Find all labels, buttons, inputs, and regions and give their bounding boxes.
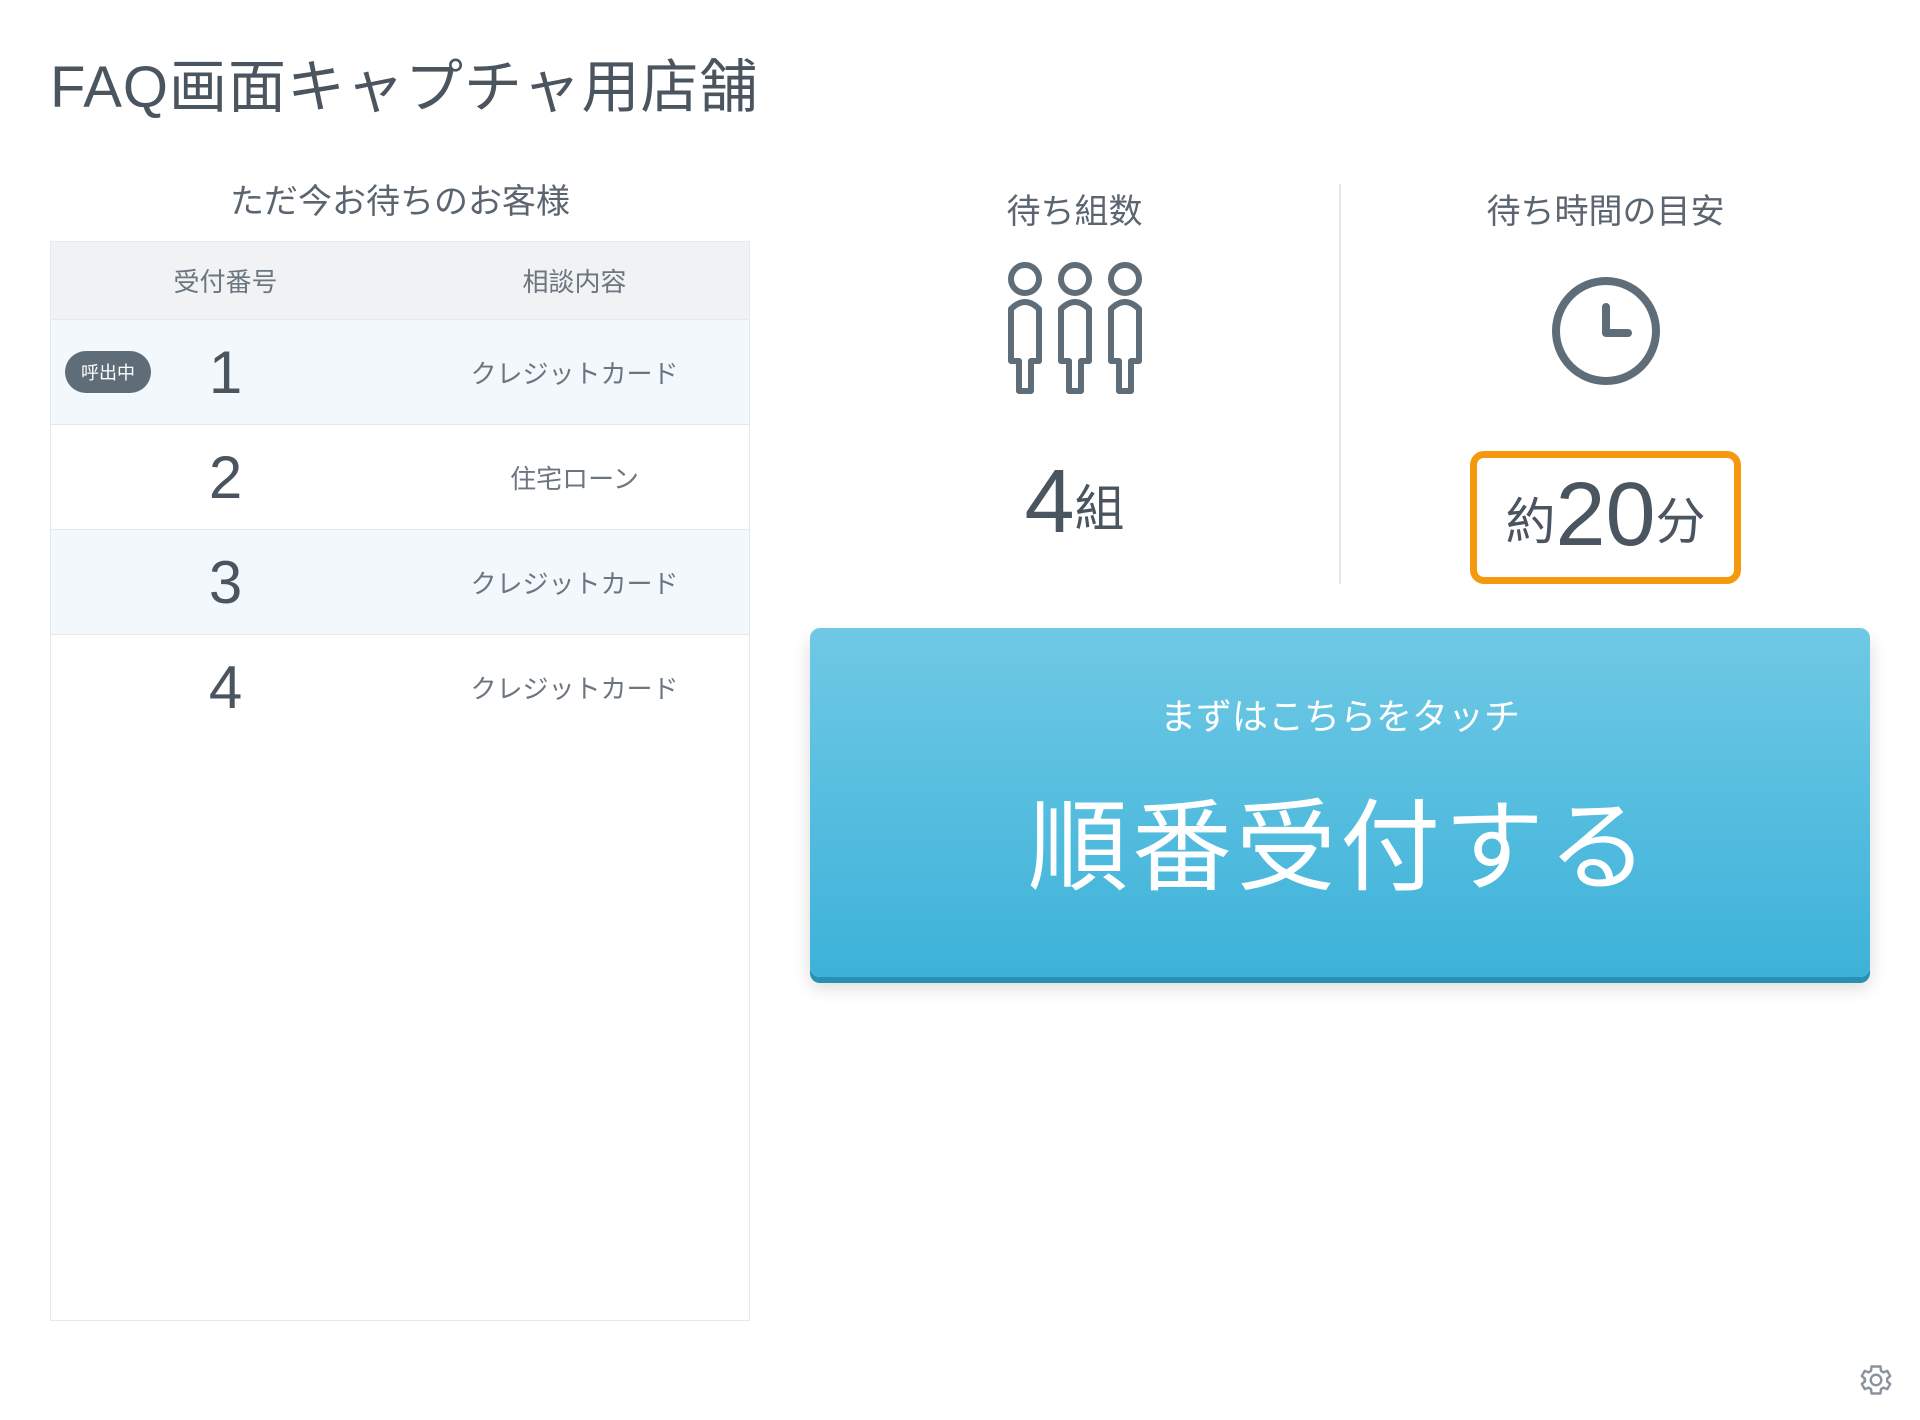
- stat-wait-label: 待ち時間の目安: [1341, 184, 1870, 233]
- cell-number: 3: [51, 530, 400, 634]
- cta-subtext: まずはこちらをタッチ: [830, 688, 1850, 740]
- waiting-table: 受付番号 相談内容 1呼出中クレジットカード2住宅ローン3クレジットカード4クレ…: [50, 241, 750, 1321]
- table-row: 1呼出中クレジットカード: [51, 319, 749, 424]
- stat-groups-value: 4組: [810, 451, 1339, 554]
- page-title: FAQ画面キャプチャ用店舗: [50, 40, 1870, 124]
- stats-row: 待ち組数: [810, 184, 1870, 584]
- people-icon: [810, 261, 1339, 401]
- table-row: 3クレジットカード: [51, 529, 749, 634]
- cell-number: 2: [51, 425, 400, 529]
- stat-wait: 待ち時間の目安 約20分: [1339, 184, 1870, 584]
- checkin-button[interactable]: まずはこちらをタッチ 順番受付する: [810, 628, 1870, 977]
- waiting-list-panel: ただ今お待ちのお客様 受付番号 相談内容 1呼出中クレジットカード2住宅ローン3…: [50, 174, 750, 1321]
- cell-topic: クレジットカード: [400, 635, 749, 739]
- stat-groups: 待ち組数: [810, 184, 1339, 584]
- gear-icon: [1858, 1362, 1894, 1398]
- clock-icon: [1341, 261, 1870, 401]
- settings-button[interactable]: [1858, 1362, 1894, 1398]
- stat-wait-value: 約20分: [1341, 451, 1870, 584]
- cell-topic: クレジットカード: [400, 320, 749, 424]
- cell-number: 1呼出中: [51, 320, 400, 424]
- stat-groups-label: 待ち組数: [810, 184, 1339, 233]
- cell-number: 4: [51, 635, 400, 739]
- cta-maintext: 順番受付する: [830, 766, 1850, 911]
- cell-topic: 住宅ローン: [400, 425, 749, 529]
- table-row: 2住宅ローン: [51, 424, 749, 529]
- table-header: 受付番号 相談内容: [51, 242, 749, 319]
- col-number: 受付番号: [51, 242, 400, 319]
- waiting-list-subtitle: ただ今お待ちのお客様: [50, 174, 750, 223]
- cell-topic: クレジットカード: [400, 530, 749, 634]
- table-row: 4クレジットカード: [51, 634, 749, 739]
- calling-badge: 呼出中: [65, 351, 151, 393]
- col-topic: 相談内容: [400, 242, 749, 319]
